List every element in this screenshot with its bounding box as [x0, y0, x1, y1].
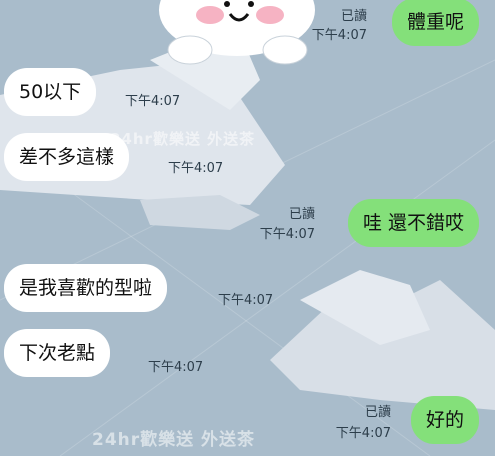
message-timestamp: 下午4:07 — [125, 94, 181, 109]
message-timestamp: 下午4:07 — [259, 227, 315, 242]
outgoing-message-bubble[interactable]: 哇 還不錯哎 — [347, 199, 479, 247]
message-timestamp: 下午4:07 — [148, 360, 204, 375]
message-timestamp: 下午4:07 — [311, 28, 367, 43]
incoming-message-bubble[interactable]: 50以下 — [4, 68, 97, 116]
incoming-message-bubble[interactable]: 是我喜歡的型啦 — [4, 264, 168, 312]
incoming-message-bubble[interactable]: 差不多這樣 — [4, 133, 130, 181]
read-receipt: 已讀 — [340, 9, 367, 24]
read-receipt: 已讀 — [364, 405, 391, 420]
message-timestamp: 下午4:07 — [168, 161, 224, 176]
read-receipt: 已讀 — [288, 207, 315, 222]
outgoing-message-bubble[interactable]: 好的 — [410, 396, 479, 444]
incoming-message-bubble[interactable]: 下次老點 — [4, 329, 111, 377]
message-timestamp: 下午4:07 — [218, 293, 274, 308]
watermark: 24hr歡樂送 外送茶 — [110, 130, 256, 148]
message-timestamp: 下午4:07 — [335, 426, 391, 441]
watermark: 24hr歡樂送 外送茶 — [92, 430, 256, 450]
bear-character-icon — [159, 0, 315, 65]
outgoing-message-bubble[interactable]: 體重呢 — [391, 0, 479, 46]
